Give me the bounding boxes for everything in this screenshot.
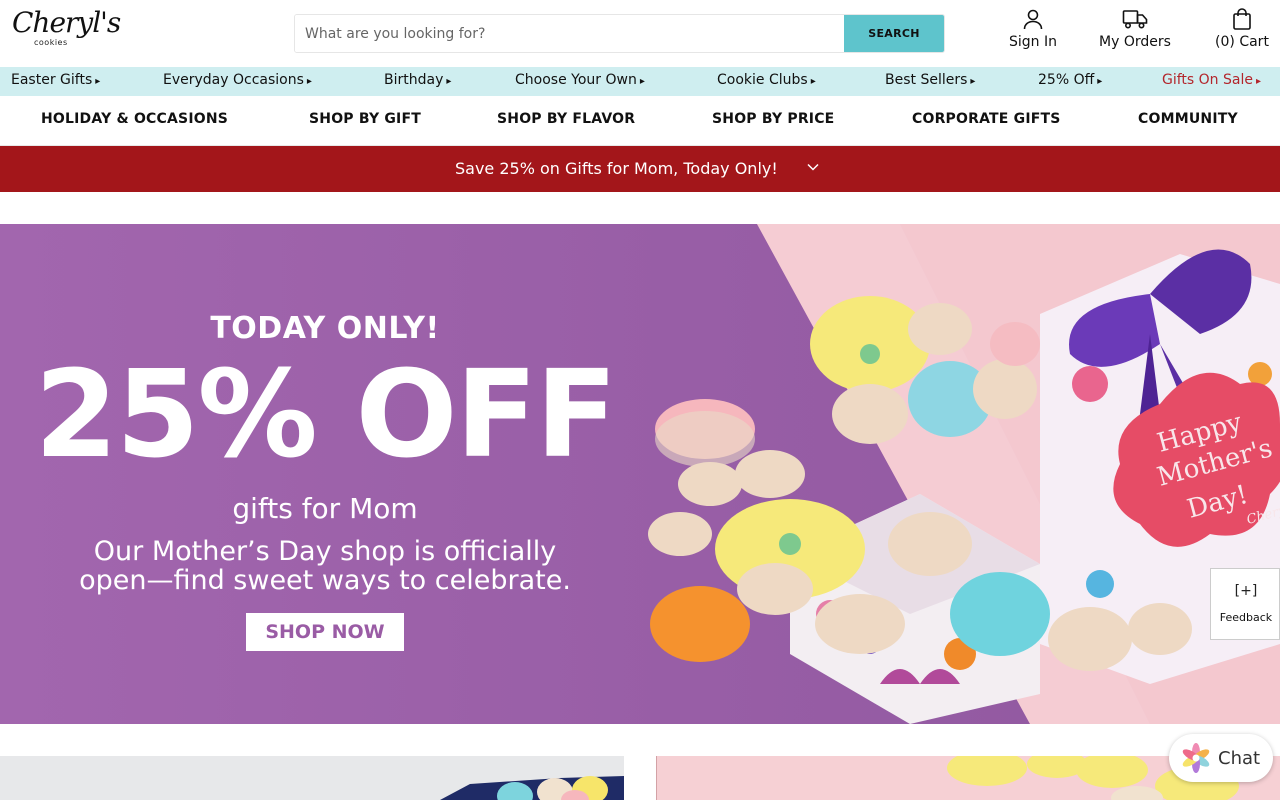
nav-holiday-occasions[interactable]: HOLIDAY & OCCASIONS xyxy=(41,111,228,127)
hero-subheadline: gifts for Mom xyxy=(232,492,418,525)
feedback-tab[interactable]: [+] Feedback xyxy=(1210,568,1280,640)
quick-nav-label: 25% Off xyxy=(1038,72,1095,88)
quick-nav-label: Birthday xyxy=(384,72,444,88)
main-nav: HOLIDAY & OCCASIONS SHOP BY GIFT SHOP BY… xyxy=(0,96,1280,146)
hero-banner[interactable]: Happy Mother's Day! Cheryl's TODAY ONLY!… xyxy=(0,224,1280,724)
search-input[interactable] xyxy=(295,15,846,52)
caret-right-icon: ▸ xyxy=(970,76,976,87)
quick-nav-label: Choose Your Own xyxy=(515,72,637,88)
quick-nav-25-off[interactable]: 25% Off ▸ xyxy=(1038,72,1102,88)
caret-right-icon: ▸ xyxy=(95,76,101,87)
caret-right-icon: ▸ xyxy=(639,76,645,87)
nav-shop-by-price[interactable]: SHOP BY PRICE xyxy=(712,111,834,127)
quick-nav-label: Best Sellers xyxy=(885,72,968,88)
hero-description: Our Mother’s Day shop is officially open… xyxy=(30,537,620,595)
hero-eyebrow: TODAY ONLY! xyxy=(210,311,440,346)
hero-desc-line-2: open—find sweet ways to celebrate. xyxy=(79,565,571,596)
promo-tile-left-image xyxy=(0,756,624,800)
hero-copy: TODAY ONLY! 25% OFF gifts for Mom Our Mo… xyxy=(30,224,620,724)
cart-link[interactable]: (0) Cart xyxy=(1206,8,1278,60)
quick-nav-label: Easter Gifts xyxy=(11,72,93,88)
quick-nav-cookie-clubs[interactable]: Cookie Clubs ▸ xyxy=(717,72,816,88)
shopping-bag-icon xyxy=(1233,8,1251,30)
feedback-label: Feedback xyxy=(1219,611,1273,624)
chat-button[interactable]: Chat xyxy=(1169,734,1273,782)
chat-label: Chat xyxy=(1218,748,1261,769)
quick-nav-bar: Easter Gifts ▸ Everyday Occasions ▸ Birthd… xyxy=(0,67,1280,96)
my-orders-link[interactable]: My Orders xyxy=(1095,8,1175,60)
promo-tile-left[interactable] xyxy=(0,756,624,800)
sign-in-label: Sign In xyxy=(1009,34,1057,50)
quick-nav-best-sellers[interactable]: Best Sellers ▸ xyxy=(885,72,975,88)
my-orders-label: My Orders xyxy=(1099,34,1171,50)
caret-right-icon: ▸ xyxy=(1255,76,1261,87)
truck-icon xyxy=(1122,10,1148,29)
promo-banner[interactable]: Save 25% on Gifts for Mom, Today Only! xyxy=(0,146,1280,192)
sign-in-link[interactable]: Sign In xyxy=(1004,8,1062,60)
quick-nav-label: Cookie Clubs xyxy=(717,72,808,88)
site-header: Cheryl's cookies SEARCH Sign In My Order… xyxy=(0,0,1280,67)
nav-shop-by-flavor[interactable]: SHOP BY FLAVOR xyxy=(497,111,635,127)
logo-subtext: cookies xyxy=(34,38,68,47)
cart-label: (0) Cart xyxy=(1215,34,1269,50)
quick-nav-birthday[interactable]: Birthday ▸ xyxy=(384,72,451,88)
promo-text: Save 25% on Gifts for Mom, Today Only! xyxy=(455,159,778,178)
chat-flower-icon xyxy=(1182,743,1210,773)
caret-right-icon: ▸ xyxy=(810,76,816,87)
hero-desc-line-1: Our Mother’s Day shop is officially xyxy=(93,536,557,567)
quick-nav-easter-gifts[interactable]: Easter Gifts ▸ xyxy=(11,72,100,88)
nav-corporate-gifts[interactable]: CORPORATE GIFTS xyxy=(912,111,1061,127)
cheryls-logo[interactable]: Cheryl's cookies xyxy=(12,6,121,56)
chevron-down-icon xyxy=(807,163,819,171)
quick-nav-label: Gifts On Sale xyxy=(1162,72,1253,88)
caret-right-icon: ▸ xyxy=(1097,76,1103,87)
nav-community[interactable]: COMMUNITY xyxy=(1138,111,1238,127)
quick-nav-gifts-on-sale[interactable]: Gifts On Sale ▸ xyxy=(1162,72,1261,88)
plus-bracket-icon: [+] xyxy=(1234,583,1258,599)
shop-now-button[interactable]: SHOP NOW xyxy=(246,613,404,651)
nav-shop-by-gift[interactable]: SHOP BY GIFT xyxy=(309,111,421,127)
quick-nav-everyday-occasions[interactable]: Everyday Occasions ▸ xyxy=(163,72,312,88)
logo-wordmark: Cheryl's xyxy=(12,6,121,39)
search-button[interactable]: SEARCH xyxy=(844,15,944,52)
caret-right-icon: ▸ xyxy=(306,76,312,87)
user-icon xyxy=(1023,9,1043,30)
quick-nav-label: Everyday Occasions xyxy=(163,72,304,88)
caret-right-icon: ▸ xyxy=(446,76,452,87)
search-bar: SEARCH xyxy=(294,14,945,53)
quick-nav-choose-your-own[interactable]: Choose Your Own ▸ xyxy=(515,72,645,88)
hero-headline: 25% OFF xyxy=(34,346,618,485)
